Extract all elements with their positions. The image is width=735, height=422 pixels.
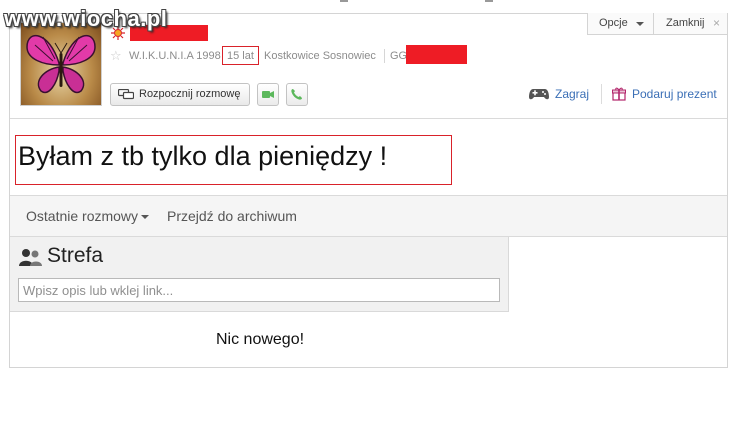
butterfly-image [26,34,96,94]
header-divider [10,118,727,119]
user-age: 15 lat [222,46,259,65]
start-conversation-button[interactable]: Rozpocznij rozmowę [110,83,250,106]
strefa-title: Strefa [47,244,104,267]
gift-link[interactable]: Podaruj prezent [632,87,717,101]
profile-frame [9,13,728,368]
start-conversation-label: Rozpocznij rozmowę [139,88,241,100]
close-icon: × [712,16,720,30]
video-call-button[interactable] [257,83,279,106]
star-icon[interactable]: ☆ [110,48,122,64]
gg-label: GG [390,50,408,62]
phone-call-button[interactable] [286,83,308,106]
gamepad-icon [529,89,549,100]
people-icon [19,249,42,266]
chevron-down-icon [636,22,644,26]
tab-archive[interactable]: Przejdź do archiwum [167,208,297,224]
gift-icon [612,87,626,101]
watermark: www.wiocha.pl [4,6,168,31]
close-button[interactable]: Zamknij × [654,13,728,35]
status-message: Byłam z tb tylko dla pieniędzy ! [18,141,388,171]
chat-icon [118,89,134,100]
status-description-input[interactable] [18,278,500,302]
play-link[interactable]: Zagraj [555,87,589,101]
user-nick: W.I.K.U.N.I.A 1998 [129,50,221,62]
close-label: Zamknij [666,17,705,29]
avatar[interactable] [20,22,102,106]
phone-icon [291,89,302,100]
info-separator [384,49,385,63]
gg-number-redaction [406,45,467,64]
clipped-top-strip [340,0,493,2]
user-city: Kostkowice Sosnowiec [264,50,376,62]
video-icon [262,91,274,98]
options-label: Opcje [599,17,628,29]
links-separator [601,84,602,104]
chevron-down-icon [141,215,150,220]
tab-recent-label: Ostatnie rozmowy [26,208,139,224]
empty-feed-message: Nic nowego! [216,331,305,348]
tab-recent-conversations[interactable]: Ostatnie rozmowy [26,208,150,224]
options-button[interactable]: Opcje [587,13,654,35]
